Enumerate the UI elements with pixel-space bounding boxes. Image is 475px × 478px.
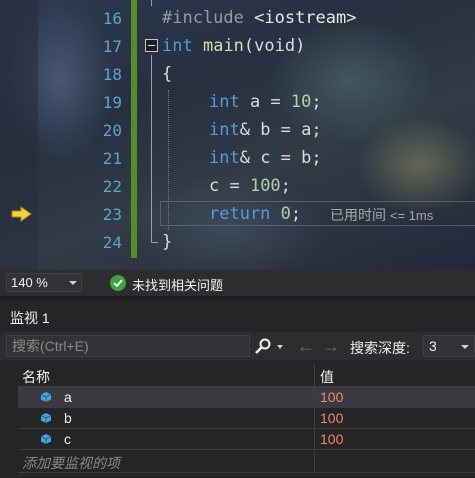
code-text: { xyxy=(162,64,173,84)
search-input[interactable] xyxy=(6,335,250,357)
current-statement-arrow-icon xyxy=(11,206,32,222)
search-previous-button[interactable]: ← xyxy=(296,336,316,356)
line-number: 23 xyxy=(102,205,122,224)
watch-row-name: b xyxy=(64,410,72,426)
keyword: int xyxy=(209,92,240,112)
code-line-22[interactable]: c = 100; xyxy=(209,176,291,196)
number-literal: 0 xyxy=(280,204,291,224)
outline-line xyxy=(151,55,152,243)
code-text: ; xyxy=(311,92,322,112)
code-line-23[interactable]: return 0; xyxy=(209,204,301,224)
search-next-button[interactable]: → xyxy=(321,336,341,356)
code-editor[interactable]: 16 17 18 19 20 21 22 23 24 #include <ios… xyxy=(0,0,475,270)
variable-icon xyxy=(40,413,52,423)
zoom-select[interactable]: 140 % xyxy=(6,273,82,292)
function-name: main xyxy=(202,36,244,56)
code-text: & c = b; xyxy=(239,148,322,168)
code-line-21[interactable]: int& c = b; xyxy=(209,148,322,168)
keyword: int xyxy=(209,120,240,140)
line-number: 16 xyxy=(102,9,122,28)
issues-status[interactable]: 未找到相关问题 xyxy=(132,275,223,294)
watch-row-name: c xyxy=(64,431,71,447)
number-literal: 10 xyxy=(290,92,312,112)
line-number-gutter: 16 17 18 19 20 21 22 23 24 xyxy=(38,0,132,270)
keyword: return xyxy=(209,204,271,224)
watch-row-value: 100 xyxy=(320,389,344,405)
watch-row[interactable]: c 100 xyxy=(18,429,475,450)
line-number: 20 xyxy=(102,121,122,140)
line-number: 17 xyxy=(102,37,122,56)
code-text: } xyxy=(162,232,173,252)
outline-line xyxy=(151,0,152,6)
search-depth-label: 搜索深度: xyxy=(350,340,410,356)
zoom-value: 140 % xyxy=(11,275,48,290)
line-number: 24 xyxy=(102,233,122,252)
change-tracking-bar xyxy=(131,0,137,258)
code-text: c = xyxy=(209,176,250,196)
chevron-down-icon xyxy=(69,281,77,285)
watch-row[interactable]: b 100 xyxy=(18,408,475,429)
watch-row-value: 100 xyxy=(320,431,344,447)
perf-tip-label: 已用时间 xyxy=(330,207,386,223)
code-text: a = xyxy=(239,92,291,112)
watch-row-value: 100 xyxy=(320,410,344,426)
code-line-20[interactable]: int& b = a; xyxy=(209,120,322,140)
search-icon xyxy=(255,338,271,354)
line-number: 22 xyxy=(102,177,122,196)
include-target: <iostream> xyxy=(254,8,357,28)
collapse-toggle[interactable] xyxy=(145,39,158,52)
line-number: 21 xyxy=(102,149,122,168)
line-number: 18 xyxy=(102,65,122,84)
watch-row[interactable]: a 100 xyxy=(18,387,475,408)
code-line-24[interactable]: } xyxy=(162,232,172,252)
column-header-value[interactable]: 值 xyxy=(320,367,334,387)
search-button[interactable] xyxy=(251,335,287,357)
line-number: 19 xyxy=(102,93,122,112)
chevron-down-icon xyxy=(461,345,469,349)
column-divider xyxy=(314,451,315,473)
chevron-down-icon xyxy=(277,345,283,349)
code-text: (void) xyxy=(243,36,306,56)
column-divider xyxy=(314,387,315,408)
column-divider xyxy=(314,408,315,429)
check-circle-icon[interactable] xyxy=(110,275,126,291)
code-line-19[interactable]: int a = 10; xyxy=(209,92,322,112)
watch-toolbar: ← → 搜索深度: 3 xyxy=(0,332,475,360)
watch-grid-margin xyxy=(0,386,18,478)
code-line-16[interactable]: #include <iostream> xyxy=(162,8,356,28)
column-resize-handle[interactable] xyxy=(314,364,315,386)
watch-window: 监视 1 ← → 搜索深度: 3 名称 值 a 100 b 100 xyxy=(0,300,475,478)
code-text: & b = a; xyxy=(239,120,322,140)
outline-line xyxy=(151,242,158,243)
search-depth-value: 3 xyxy=(429,338,437,354)
variable-icon xyxy=(40,392,52,402)
search-depth-select[interactable]: 3 xyxy=(423,335,475,357)
add-watch-row[interactable]: 添加要监视的项 xyxy=(18,451,475,473)
watch-row-name: a xyxy=(64,389,72,405)
keyword: int xyxy=(162,36,193,56)
preprocessor-directive: #include xyxy=(162,8,255,28)
code-line-17[interactable]: int main(void) xyxy=(162,36,305,56)
code-text: ; xyxy=(280,176,291,196)
column-header-name[interactable]: 名称 xyxy=(22,367,50,387)
perf-tip-value: <= 1ms xyxy=(389,208,434,223)
column-divider xyxy=(314,429,315,450)
editor-status-bar: 140 % xyxy=(0,270,475,296)
number-literal: 100 xyxy=(249,176,281,196)
indicator-margin[interactable] xyxy=(0,0,38,270)
variable-icon xyxy=(40,434,52,444)
keyword: int xyxy=(209,148,240,168)
code-line-18[interactable]: { xyxy=(162,64,172,84)
watch-window-title[interactable]: 监视 1 xyxy=(10,308,50,328)
perf-tip[interactable]: 已用时间 <= 1ms xyxy=(330,205,433,225)
add-watch-placeholder: 添加要监视的项 xyxy=(22,455,120,471)
watch-grid-header: 名称 值 xyxy=(0,364,475,387)
code-text: ; xyxy=(290,204,302,224)
